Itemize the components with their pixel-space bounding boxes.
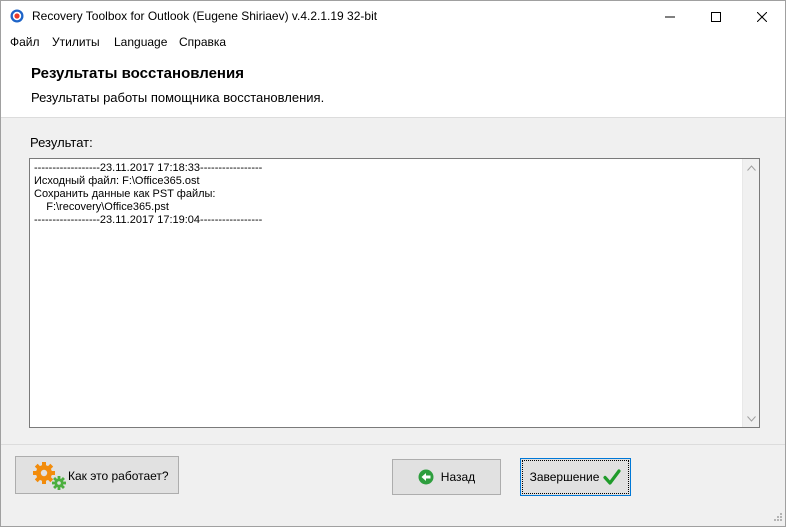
menu-bar: Файл Утилиты Language Справка xyxy=(1,32,785,52)
title-bar[interactable]: Recovery Toolbox for Outlook (Eugene Shi… xyxy=(1,1,785,32)
scroll-up-button[interactable] xyxy=(743,159,760,176)
back-button[interactable]: Назад xyxy=(392,459,501,495)
wizard-header: Результаты восстановления Результаты раб… xyxy=(1,52,785,118)
result-label: Результат: xyxy=(30,135,93,150)
finish-button[interactable]: Завершение xyxy=(520,458,631,496)
menu-language[interactable]: Language xyxy=(114,35,167,49)
menu-utilities[interactable]: Утилиты xyxy=(52,35,100,49)
window-title: Recovery Toolbox for Outlook (Eugene Shi… xyxy=(32,9,378,23)
footer-divider xyxy=(1,444,785,445)
vertical-scrollbar[interactable] xyxy=(742,159,759,427)
back-label: Назад xyxy=(440,470,476,484)
page-title: Результаты восстановления xyxy=(31,65,244,82)
scroll-down-button[interactable] xyxy=(743,410,760,427)
maximize-button[interactable] xyxy=(693,1,739,32)
how-it-works-label: Как это работает? xyxy=(68,469,169,483)
gears-icon xyxy=(33,462,66,490)
result-log-textarea[interactable]: ------------------23.11.2017 17:18:33---… xyxy=(29,158,760,428)
close-button[interactable] xyxy=(739,1,785,32)
page-subtitle: Результаты работы помощника восстановлен… xyxy=(31,90,325,105)
resize-grip-icon[interactable] xyxy=(771,512,783,524)
arrow-left-icon xyxy=(418,469,434,485)
minimize-button[interactable] xyxy=(647,1,693,32)
app-logo-icon xyxy=(10,9,24,23)
app-window: Recovery Toolbox for Outlook (Eugene Shi… xyxy=(0,0,786,527)
how-it-works-button[interactable]: Как это работает? xyxy=(15,456,179,494)
minimize-icon xyxy=(665,16,675,17)
chevron-up-icon xyxy=(747,164,756,171)
chevron-down-icon xyxy=(747,415,756,422)
close-icon xyxy=(757,11,767,22)
maximize-icon xyxy=(711,11,721,22)
focus-rectangle xyxy=(522,460,629,494)
result-log-text: ------------------23.11.2017 17:18:33---… xyxy=(34,162,263,226)
menu-help[interactable]: Справка xyxy=(179,35,226,49)
menu-file[interactable]: Файл xyxy=(10,35,40,49)
